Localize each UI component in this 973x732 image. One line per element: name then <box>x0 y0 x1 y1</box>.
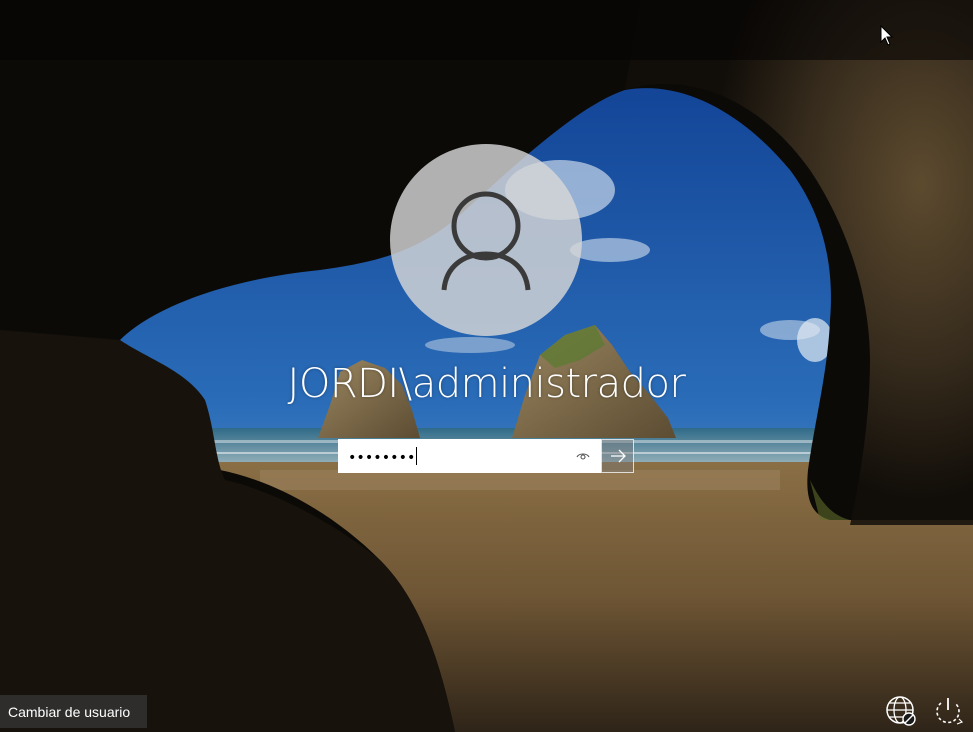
password-field[interactable]: •••••••• <box>338 439 601 473</box>
power-icon[interactable] <box>931 694 965 728</box>
username-label: JORDI\administrador <box>287 361 686 407</box>
text-caret <box>416 446 418 465</box>
user-avatar <box>390 144 582 336</box>
arrow-right-icon <box>610 449 626 463</box>
password-masked-value: •••••••• <box>348 449 416 466</box>
switch-user-button[interactable]: Cambiar de usuario <box>0 695 147 728</box>
globe-network-icon[interactable] <box>884 694 918 728</box>
mouse-pointer-icon <box>880 25 894 46</box>
submit-button[interactable] <box>601 439 634 473</box>
lock-screen: JORDI\administrador •••••••• Cambiar de … <box>0 0 973 732</box>
eye-icon[interactable] <box>569 442 597 470</box>
user-silhouette-icon <box>441 191 531 291</box>
